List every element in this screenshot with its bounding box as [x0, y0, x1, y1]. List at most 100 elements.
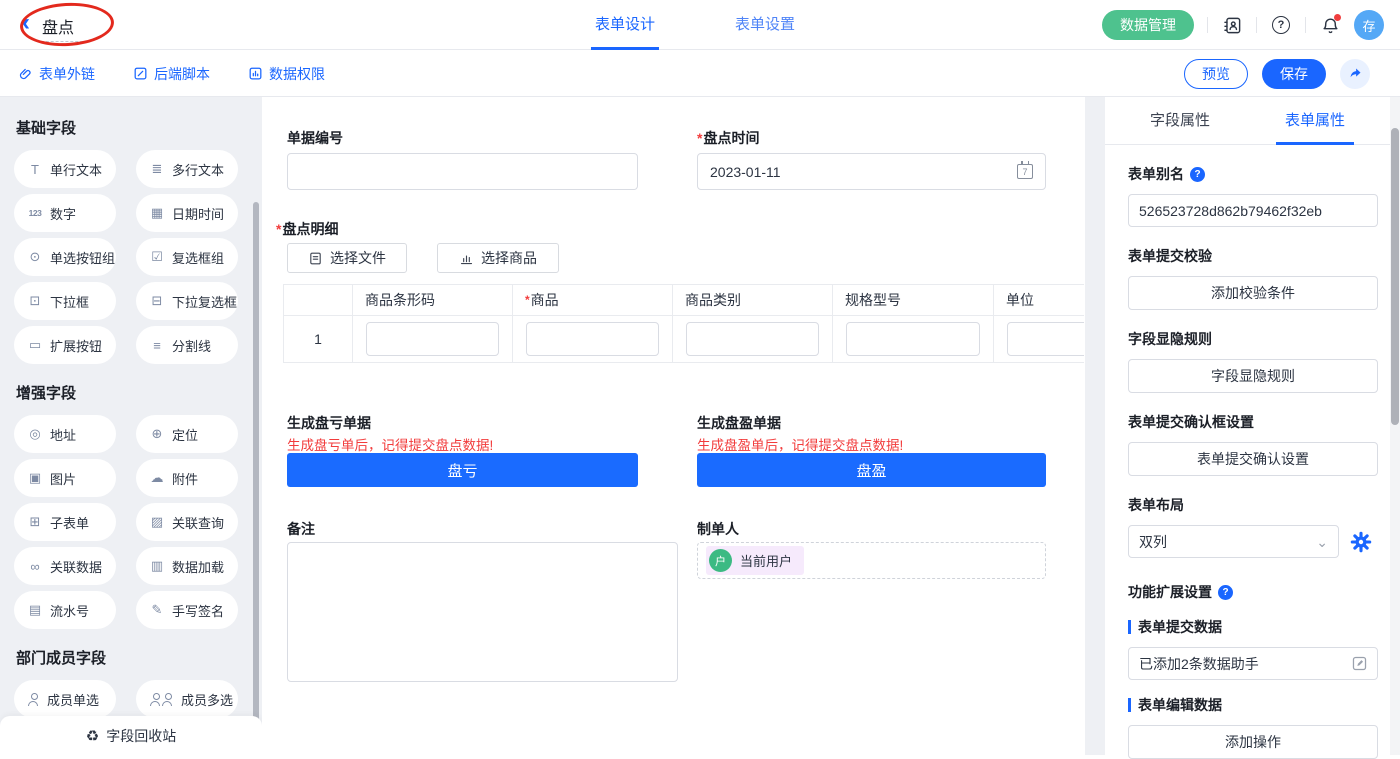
field-data-load[interactable]: ▥数据加载 — [136, 547, 238, 585]
data-manage-button[interactable]: 数据管理 — [1102, 10, 1194, 40]
category-input[interactable] — [686, 322, 819, 356]
edit-pencil-button[interactable] — [1351, 655, 1368, 672]
visibility-rules-button[interactable]: 字段显隐规则 — [1128, 359, 1378, 393]
calendar-icon: ▦ — [149, 205, 165, 221]
date-value: 2023-01-11 — [710, 164, 781, 180]
submit-confirm-label: 表单提交确认框设置 — [1128, 412, 1378, 432]
link-icon — [18, 66, 33, 81]
properties-panel: 字段属性 表单属性 表单别名 ? 表单提交校验 添加校验条件 字段显隐规则 字段… — [1105, 97, 1390, 755]
field-location[interactable]: ⊕定位 — [136, 415, 238, 453]
field-member-multi[interactable]: 成员多选 — [136, 680, 238, 718]
product-input[interactable] — [526, 322, 659, 356]
save-button[interactable]: 保存 — [1262, 59, 1326, 89]
check-time-date-input[interactable]: 2023-01-11 7 — [697, 153, 1046, 190]
field-number[interactable]: 123数字 — [14, 194, 116, 232]
field-relation-data[interactable]: ∞关联数据 — [14, 547, 116, 585]
field-checkbox-group[interactable]: ☑复选框组 — [136, 238, 238, 276]
doc-no-input[interactable] — [287, 153, 638, 190]
tab-form-properties[interactable]: 表单属性 — [1285, 97, 1345, 145]
tab-field-properties[interactable]: 字段属性 — [1150, 97, 1210, 145]
layout-gear-button[interactable] — [1350, 531, 1372, 553]
submit-confirm-button[interactable]: 表单提交确认设置 — [1128, 442, 1378, 476]
backend-script-button[interactable]: 后端脚本 — [133, 64, 210, 84]
field-signature[interactable]: ✎手写签名 — [136, 591, 238, 629]
preview-button[interactable]: 预览 — [1184, 59, 1248, 89]
sidebar-scrollbar[interactable] — [253, 202, 259, 755]
field-attachment[interactable]: ☁附件 — [136, 459, 238, 497]
form-layout-label: 表单布局 — [1128, 495, 1378, 515]
add-validation-button[interactable]: 添加校验条件 — [1128, 276, 1378, 310]
field-single-line-text[interactable]: T单行文本 — [14, 150, 116, 188]
page-title: 盘点 — [42, 14, 74, 38]
field-recycle-bin-button[interactable]: ♻ 字段回收站 — [0, 716, 262, 755]
submit-data-summary: 已添加2条数据助手 — [1128, 647, 1378, 680]
extension-help-icon[interactable]: ? — [1218, 585, 1233, 600]
data-permission-button[interactable]: 数据权限 — [248, 64, 325, 84]
help-icon[interactable]: ? — [1270, 14, 1292, 36]
button-icon: ▭ — [27, 337, 43, 353]
field-extend-button[interactable]: ▭扩展按钮 — [14, 326, 116, 364]
col-product: *商品 — [512, 284, 672, 315]
field-multi-line-text[interactable]: ≣多行文本 — [136, 150, 238, 188]
bar-chart-icon — [459, 251, 474, 266]
detail-table: 商品条形码 *商品 商品类别 规格型号 单位 1 — [283, 284, 1084, 363]
share-arrow-icon — [1348, 66, 1363, 81]
remark-textarea[interactable] — [287, 542, 678, 682]
choose-product-button[interactable]: 选择商品 — [437, 243, 559, 273]
spec-input[interactable] — [846, 322, 980, 356]
cloud-upload-icon: ☁ — [149, 470, 165, 486]
col-unit: 单位 — [993, 284, 1084, 315]
share-button[interactable] — [1340, 59, 1370, 89]
visibility-rules-label: 字段显隐规则 — [1128, 329, 1378, 349]
user-avatar[interactable]: 存 — [1354, 10, 1384, 40]
contact-book-icon[interactable] — [1221, 14, 1243, 36]
page-scrollbar-thumb[interactable] — [1391, 128, 1399, 425]
unit-input[interactable] — [1007, 322, 1084, 356]
profit-button[interactable]: 盘盈 — [697, 453, 1046, 487]
section-basic-fields: 基础字段 — [16, 117, 262, 138]
calendar-icon: 7 — [1017, 164, 1033, 179]
choose-file-button[interactable]: 选择文件 — [287, 243, 407, 273]
canvas-panel-gap — [1085, 97, 1105, 755]
checkbox-icon: ☑ — [149, 249, 165, 265]
tab-form-settings[interactable]: 表单设置 — [735, 0, 795, 50]
field-divider-line[interactable]: ≡分割线 — [136, 326, 238, 364]
chevron-down-icon: ⌄ — [1316, 537, 1328, 547]
title-dashed-underline — [36, 41, 88, 42]
tab-form-design[interactable]: 表单设计 — [595, 0, 655, 50]
creator-field[interactable]: 户 当前用户 — [697, 542, 1046, 579]
radio-icon: ⊙ — [27, 249, 43, 265]
section-enhanced-fields: 增强字段 — [16, 382, 262, 403]
external-link-button[interactable]: 表单外链 — [18, 64, 95, 84]
extension-settings-label: 功能扩展设置 ? — [1128, 582, 1378, 602]
submit-validation-label: 表单提交校验 — [1128, 246, 1378, 266]
field-select[interactable]: ⊡下拉框 — [14, 282, 116, 320]
barcode-input[interactable] — [366, 322, 499, 356]
field-serial-number[interactable]: ▤流水号 — [14, 591, 116, 629]
dropdown-icon: ⊡ — [27, 293, 43, 309]
creator-label: 制单人 — [697, 519, 739, 539]
section-member-fields: 部门成员字段 — [16, 647, 262, 668]
permission-icon — [248, 66, 263, 81]
notification-bell-icon[interactable] — [1319, 14, 1341, 36]
field-image[interactable]: ▣图片 — [14, 459, 116, 497]
layout-select[interactable]: 双列 ⌄ — [1128, 525, 1339, 558]
current-user-tag[interactable]: 户 当前用户 — [706, 546, 804, 575]
field-address[interactable]: ◎地址 — [14, 415, 116, 453]
add-operation-button[interactable]: 添加操作 — [1128, 725, 1378, 759]
field-multi-select[interactable]: ⊟下拉复选框 — [136, 282, 238, 320]
field-member-single[interactable]: 成员单选 — [14, 680, 116, 718]
loss-button[interactable]: 盘亏 — [287, 453, 638, 487]
person-icon — [27, 693, 40, 706]
detail-table-header: 商品条形码 *商品 商品类别 规格型号 单位 — [283, 284, 1084, 315]
field-relation-query[interactable]: ▨关联查询 — [136, 503, 238, 541]
check-time-label: *盘点时间 — [697, 128, 759, 148]
field-sub-form[interactable]: ⊞子表单 — [14, 503, 116, 541]
back-icon[interactable]: ‹ — [22, 9, 30, 37]
field-radio-group[interactable]: ⊙单选按钮组 — [14, 238, 116, 276]
field-datetime[interactable]: ▦日期时间 — [136, 194, 238, 232]
accent-bar — [1128, 698, 1131, 712]
col-category: 商品类别 — [672, 284, 832, 315]
form-alias-input[interactable] — [1128, 194, 1378, 227]
alias-help-icon[interactable]: ? — [1190, 167, 1205, 182]
